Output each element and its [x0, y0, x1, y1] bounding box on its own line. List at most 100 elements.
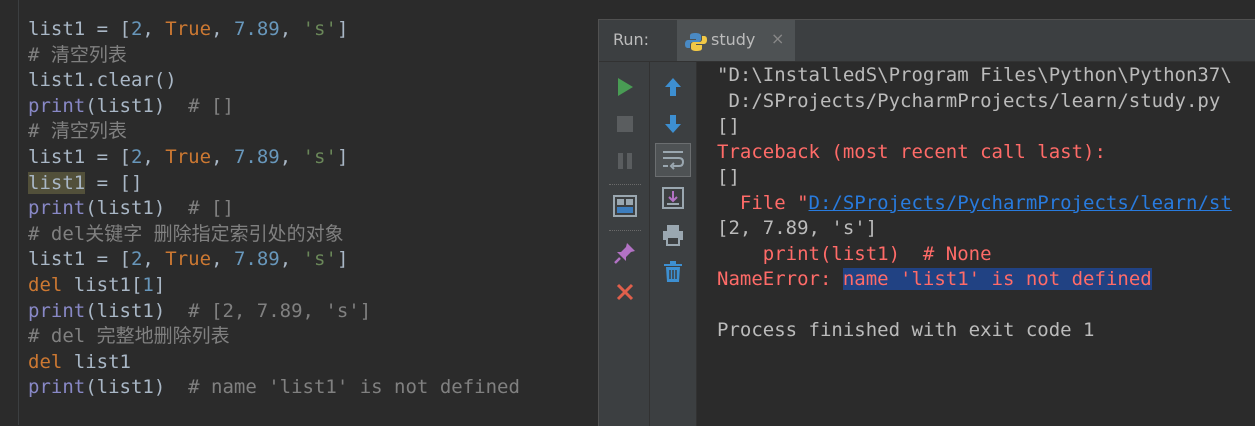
code-token: []: [717, 115, 740, 137]
code-token: # []: [188, 94, 234, 117]
code-line: list1 = [2, True, 7.89, 's']: [28, 145, 520, 171]
console-output[interactable]: "D:\InstalledS\Program Files\Python\Pyth…: [717, 63, 1232, 344]
code-token: = []: [85, 171, 143, 194]
close-icon[interactable]: [609, 276, 641, 308]
code-token: list1 = [: [28, 248, 131, 271]
code-line: list1 = []: [28, 171, 520, 197]
code-area[interactable]: list1 = [2, True, 7.89, 's'] # 清空列表 list1.…: [28, 17, 520, 401]
code-token: print(list1) # None: [717, 242, 992, 265]
trash-icon[interactable]: [657, 256, 689, 288]
code-token: True: [165, 145, 212, 168]
code-line: list1.clear(): [28, 68, 520, 94]
code-token: 2: [130, 145, 143, 168]
down-arrow-icon[interactable]: [657, 108, 689, 140]
code-token: print: [28, 197, 86, 220]
console-line: "D:\InstalledS\Program Files\Python\Pyth…: [717, 63, 1232, 89]
code-token: del: [28, 350, 63, 373]
code-token: list1: [62, 350, 131, 373]
code-token: 's': [302, 248, 337, 271]
code-token: True: [165, 248, 212, 271]
tab-study[interactable]: study ×: [677, 20, 795, 61]
code-token: list1: [28, 171, 86, 194]
code-line: list1 = [2, True, 7.89, 's']: [28, 17, 520, 43]
code-token: # []: [188, 197, 234, 220]
code-line: list1 = [2, True, 7.89, 's']: [28, 247, 520, 273]
toolbar-separator: [609, 184, 641, 185]
code-token: "D:\InstalledS\Program Files\Python\Pyth…: [717, 64, 1232, 86]
code-token: # del 完整地删除列表: [28, 325, 230, 348]
code-token: # [2, 7.89, 's']: [188, 299, 372, 322]
code-token: list1 = [: [28, 145, 131, 168]
code-line: # 清空列表: [28, 43, 520, 69]
code-token: print: [28, 376, 86, 399]
code-token[interactable]: D:/SProjects/PycharmProjects/learn/st: [809, 192, 1232, 214]
run-label: Run:: [613, 30, 650, 49]
code-token: ]: [336, 18, 349, 40]
code-token: NameError:: [717, 268, 843, 290]
code-token: True: [165, 18, 212, 40]
console-line: Traceback (most recent call last):: [717, 140, 1232, 166]
code-line: print(list1) # [2, 7.89, 's']: [28, 299, 520, 325]
code-token: list1 = [: [28, 18, 131, 40]
code-editor[interactable]: list1 = [2, True, 7.89, 's'] # 清空列表 list1.…: [0, 0, 600, 425]
console-line: []: [717, 114, 1232, 140]
run-panel: Run: study × "D:\InstalledS\Program File…: [598, 19, 1255, 426]
code-token: 7.89: [233, 145, 280, 168]
code-token: (list1): [85, 376, 189, 399]
code-token: # 清空列表: [28, 43, 127, 66]
layout-icon[interactable]: [609, 190, 641, 222]
print-icon[interactable]: [657, 219, 689, 251]
code-token: 2: [130, 18, 143, 40]
code-line: # 清空列表: [28, 119, 520, 145]
code-token: ]: [153, 273, 166, 296]
code-token: (list1): [85, 197, 189, 220]
code-token: # 清空列表: [28, 120, 127, 143]
stop-icon[interactable]: [609, 108, 641, 140]
code-token: 7.89: [233, 18, 280, 40]
code-token: 2: [130, 248, 143, 271]
code-token: 's': [302, 145, 337, 168]
code-token: ,: [211, 18, 234, 40]
code-token: del: [28, 273, 63, 296]
code-token: Process finished with exit code 1: [717, 319, 1095, 341]
code-token: # name 'list1' is not defined: [188, 376, 520, 399]
up-arrow-icon[interactable]: [657, 71, 689, 103]
rerun-icon[interactable]: [609, 71, 641, 103]
code-token: 1: [142, 273, 154, 296]
code-token: list1[: [62, 273, 143, 296]
code-line: del list1: [28, 350, 520, 376]
code-token: 7.89: [233, 248, 280, 271]
code-token: ,: [142, 145, 166, 168]
console-line: Process finished with exit code 1: [717, 318, 1232, 344]
console-line: D:/SProjects/PycharmProjects/learn/study…: [717, 89, 1232, 115]
tab-close-icon[interactable]: ×: [771, 29, 784, 48]
code-token: (list1): [85, 94, 189, 117]
code-line: # del 完整地删除列表: [28, 324, 520, 350]
code-token: name 'list1' is not defined: [842, 268, 1152, 290]
scroll-to-end-icon[interactable]: [657, 182, 689, 214]
code-line: del list1[1]: [28, 273, 520, 299]
code-line: print(list1) # []: [28, 94, 520, 120]
code-token: Traceback (most recent call last):: [717, 140, 1106, 163]
code-token: ]: [336, 145, 349, 168]
run-toolbar-right: [650, 62, 697, 426]
code-token: ]: [336, 248, 349, 271]
tab-label: study: [711, 30, 756, 49]
code-token: print: [28, 299, 86, 322]
python-icon: [685, 33, 707, 51]
code-token: D:/SProjects/PycharmProjects/learn/study…: [717, 89, 1221, 112]
soft-wrap-icon[interactable]: [655, 143, 691, 177]
run-toolbar-left: [599, 62, 650, 426]
code-token: ,: [211, 145, 234, 168]
pause-icon[interactable]: [609, 145, 641, 177]
console-line: []: [717, 165, 1232, 191]
pin-icon[interactable]: [609, 237, 641, 269]
code-line: print(list1) # name 'list1' is not defin…: [28, 375, 520, 401]
code-token: ,: [211, 248, 234, 271]
console-line: print(list1) # None: [717, 242, 1232, 268]
code-token: ,: [279, 145, 303, 168]
code-token: list1.clear(): [28, 69, 177, 92]
code-token: File ": [717, 191, 809, 214]
code-token: []: [717, 166, 740, 188]
code-token: ,: [142, 248, 166, 271]
